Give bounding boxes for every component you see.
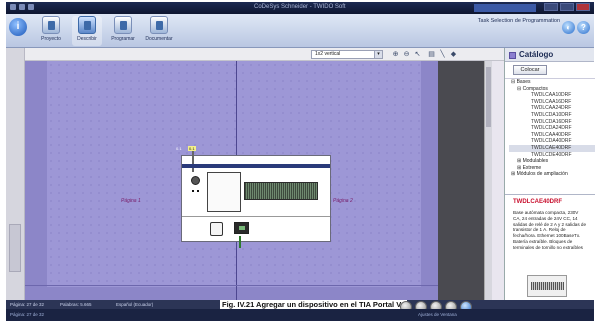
list-item[interactable]: TWDLCAA10DRF bbox=[509, 92, 595, 99]
ribbon-tool-label: Describir bbox=[77, 36, 97, 42]
plc-device[interactable]: 0.1 0.1 bbox=[176, 146, 331, 248]
word-page: Página: 27 de 32 bbox=[10, 312, 45, 317]
layout-select-value: 1x2 vertical bbox=[315, 51, 341, 57]
redo-icon[interactable] bbox=[28, 4, 34, 10]
line-icon[interactable]: ╲ bbox=[438, 50, 447, 59]
status-words: Palabras: 5.665 bbox=[60, 302, 92, 307]
device-leds bbox=[186, 190, 204, 192]
port-slot[interactable] bbox=[210, 222, 223, 236]
canvas-margin bbox=[438, 61, 484, 300]
select-icon[interactable]: ↖ bbox=[413, 50, 422, 59]
minimize-button[interactable] bbox=[544, 3, 558, 11]
ribbon-tool-describir[interactable]: Describir bbox=[72, 16, 102, 46]
properties-icon[interactable]: ▤ bbox=[427, 50, 436, 59]
tree-node-compactos[interactable]: ⊟ Compactos bbox=[509, 86, 595, 93]
tree-node-bases[interactable]: ⊟ Bases bbox=[509, 79, 595, 86]
ethernet-cable bbox=[239, 236, 241, 248]
design-canvas[interactable]: Página 1 Página 2 0.1 0.1 bbox=[25, 61, 438, 300]
page-bottom-line bbox=[25, 285, 438, 286]
list-item[interactable]: TWDLCDE40DRF bbox=[509, 152, 595, 159]
left-panel-tab[interactable] bbox=[9, 224, 21, 272]
catalog-tree: ⊟ Bases ⊟ Compactos TWDLCAA10DRF TWDLCAA… bbox=[505, 78, 595, 190]
catalog-icon bbox=[509, 52, 516, 59]
device-cable bbox=[192, 148, 194, 172]
model-thumbnail bbox=[527, 275, 567, 297]
help-icon[interactable]: ? bbox=[577, 21, 590, 34]
status-page: Página: 27 de 32 bbox=[10, 302, 45, 307]
scrollbar-thumb[interactable] bbox=[486, 67, 491, 127]
word-status-bar: Página: 27 de 32 Ajustes de Ventana bbox=[6, 309, 594, 321]
ribbon-tool-proyecto[interactable]: Proyecto bbox=[36, 16, 66, 42]
canvas-toolbar: 1x2 vertical ▾ ⊕ ⊖ ↖ ▤ ╲ ◆ bbox=[25, 48, 504, 61]
figure-caption: Fig. IV.21 Agregar un dispositivo en el … bbox=[220, 300, 408, 309]
page-1-label: Página 1 bbox=[121, 198, 141, 204]
list-item[interactable]: TWDLCDA16DRF bbox=[509, 119, 595, 126]
ethernet-port-icon[interactable] bbox=[234, 222, 249, 234]
list-item[interactable]: TWDLCDA24DRF bbox=[509, 125, 595, 132]
device-topbar bbox=[182, 164, 330, 168]
list-item[interactable]: TWDLCAA40DRF bbox=[509, 132, 595, 139]
save-icon[interactable] bbox=[10, 4, 16, 10]
ribbon: i Proyecto Describir Programar Documenta… bbox=[6, 14, 594, 48]
help-buttons: ◐ ? bbox=[562, 21, 590, 34]
eraser-icon[interactable]: ◆ bbox=[449, 50, 458, 59]
list-item[interactable]: TWDLCAA24DRF bbox=[509, 105, 595, 112]
brand-logo bbox=[474, 4, 536, 12]
word-window-settings[interactable]: Ajustes de Ventana bbox=[418, 312, 457, 317]
program-icon bbox=[114, 16, 132, 34]
undo-icon[interactable] bbox=[19, 4, 25, 10]
device-cover bbox=[207, 172, 241, 212]
list-item-selected[interactable]: TWDLCAE40DRF bbox=[509, 144, 595, 152]
ribbon-tool-documentar[interactable]: Documentar bbox=[144, 16, 174, 42]
window-titlebar: CoDeSys Schneider - TWIDO Soft bbox=[6, 2, 594, 14]
work-area: 1x2 vertical ▾ ⊕ ⊖ ↖ ▤ ╲ ◆ Página 1 Pági… bbox=[6, 48, 595, 300]
list-item[interactable]: TWDLCDA40DRF bbox=[509, 138, 595, 145]
ribbon-tool-label: Documentar bbox=[145, 36, 173, 42]
list-item[interactable]: TWDLCDA10DRF bbox=[509, 112, 595, 119]
device-separator bbox=[182, 216, 330, 217]
window-title: CoDeSys Schneider - TWIDO Soft bbox=[254, 4, 346, 10]
tree-node-modulables[interactable]: ⊞ Modulables bbox=[509, 158, 595, 165]
describe-icon bbox=[78, 16, 96, 34]
tree-node-more[interactable]: ⊞ Módulos de ampliación bbox=[509, 171, 595, 178]
maximize-button[interactable] bbox=[560, 3, 574, 11]
ribbon-tool-label: Proyecto bbox=[41, 36, 61, 42]
device-knob-slot bbox=[186, 174, 204, 204]
vertical-scrollbar[interactable] bbox=[484, 61, 492, 300]
terminal-block bbox=[244, 182, 318, 200]
catalog-panel: Catálogo Colocar ⊟ Bases ⊟ Compactos TWD… bbox=[504, 48, 595, 300]
folder-icon bbox=[42, 16, 60, 34]
selected-model: TWDLCAE40DRF bbox=[513, 199, 562, 205]
zoom-out-icon[interactable]: ⊖ bbox=[402, 50, 411, 59]
tree-node-extreme[interactable]: ⊞ Extreme bbox=[509, 165, 595, 172]
task-label: Task Selection de Programmation bbox=[477, 18, 560, 24]
nav-icon[interactable]: ◐ bbox=[562, 21, 575, 34]
catalog-title: Catálogo bbox=[519, 50, 554, 59]
app-menu-button[interactable]: i bbox=[9, 18, 27, 36]
knob-icon bbox=[190, 176, 200, 185]
status-language: Español (Ecuador) bbox=[116, 302, 154, 307]
left-panel-strip bbox=[6, 48, 25, 300]
model-description: Base autómata compacta, 230V CA, 24 entr… bbox=[513, 210, 587, 250]
layout-select[interactable]: 1x2 vertical ▾ bbox=[311, 50, 383, 59]
device-number: 0.1 bbox=[176, 146, 182, 151]
catalog-header: Catálogo bbox=[505, 48, 594, 62]
document-photo-frame: CoDeSys Schneider - TWIDO Soft i Proyect… bbox=[0, 0, 598, 333]
page-2-label: Página 2 bbox=[333, 198, 353, 204]
list-item[interactable]: TWDLCAA16DRF bbox=[509, 99, 595, 106]
place-button[interactable]: Colocar bbox=[513, 65, 547, 75]
document-icon bbox=[150, 16, 168, 34]
close-button[interactable] bbox=[576, 3, 590, 11]
chevron-down-icon: ▾ bbox=[374, 51, 382, 58]
zoom-in-icon[interactable]: ⊕ bbox=[391, 50, 400, 59]
ribbon-tool-label: Programar bbox=[111, 36, 135, 42]
quick-access-toolbar bbox=[10, 4, 34, 10]
ribbon-tool-programar[interactable]: Programar bbox=[108, 16, 138, 42]
window-controls bbox=[544, 3, 590, 11]
device-tag: 0.1 bbox=[188, 146, 196, 151]
catalog-info: TWDLCAE40DRF Base autómata compacta, 230… bbox=[505, 194, 595, 300]
